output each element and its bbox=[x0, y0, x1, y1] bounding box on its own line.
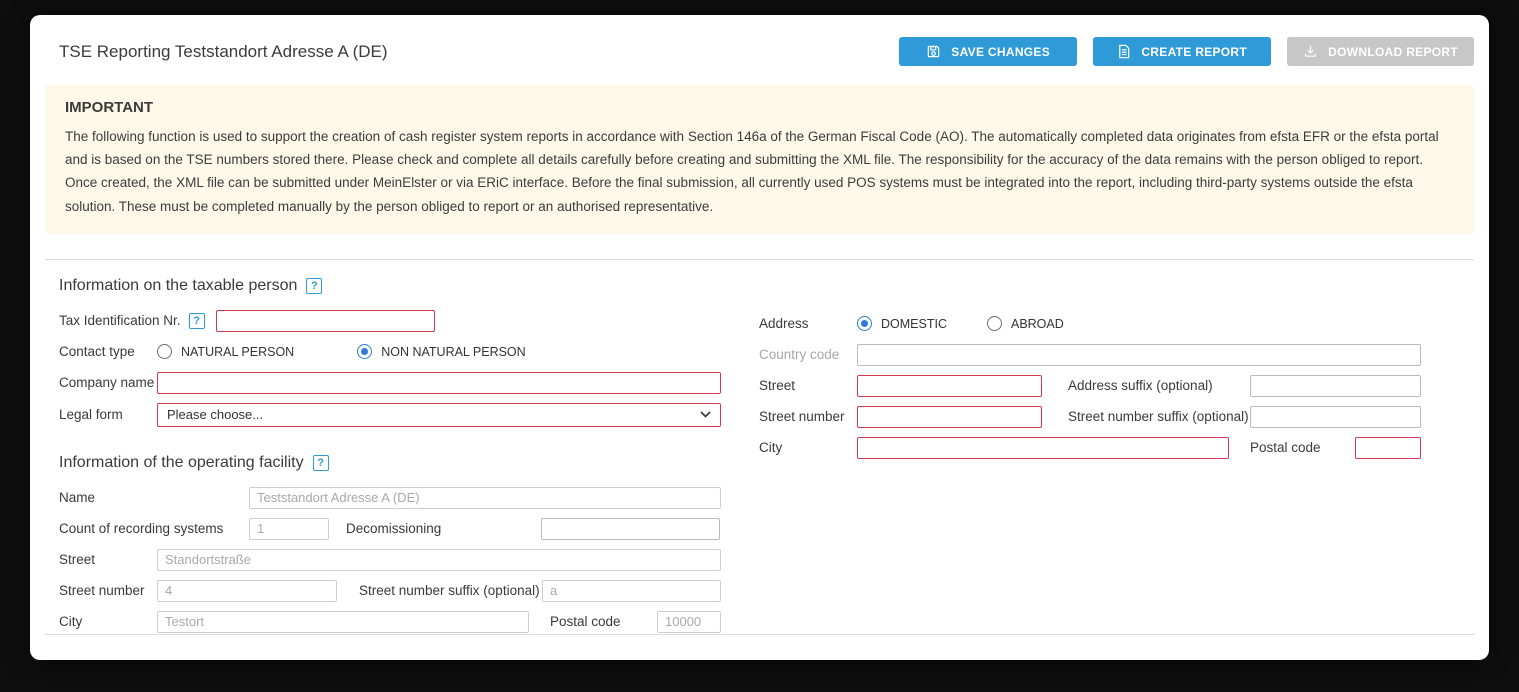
section-taxable-person-title: Information on the taxable person bbox=[59, 277, 297, 295]
section-operating-facility-title: Information of the operating facility bbox=[59, 454, 304, 472]
section-taxable-person-heading: Information on the taxable person ? bbox=[59, 277, 721, 295]
radio-domestic[interactable]: DOMESTIC bbox=[857, 316, 947, 331]
address-type-row: Address DOMESTIC ABROAD bbox=[759, 313, 1421, 335]
top-divider bbox=[45, 259, 1474, 260]
form-area: Information on the taxable person ? Tax … bbox=[59, 277, 1474, 642]
recording-systems-input bbox=[249, 518, 329, 540]
address-suffix-label: Address suffix (optional) bbox=[1068, 378, 1250, 393]
facility-city-row: City Postal code bbox=[59, 611, 721, 633]
recording-systems-row: Count of recording systems Decomissionin… bbox=[59, 518, 721, 540]
facility-postal-code-input bbox=[657, 611, 721, 633]
save-changes-button[interactable]: SAVE CHANGES bbox=[899, 37, 1077, 66]
facility-street-number-suffix-input bbox=[542, 580, 721, 602]
help-icon[interactable]: ? bbox=[313, 455, 329, 471]
facility-name-row: Name bbox=[59, 487, 721, 509]
facility-street-row: Street bbox=[59, 549, 721, 571]
notice-title: IMPORTANT bbox=[65, 99, 1454, 116]
contact-type-row: Contact type NATURAL PERSON NON NATURAL … bbox=[59, 341, 721, 363]
radio-abroad[interactable]: ABROAD bbox=[987, 316, 1064, 331]
company-name-input[interactable] bbox=[157, 372, 721, 394]
save-button-label: SAVE CHANGES bbox=[951, 45, 1050, 59]
create-button-label: CREATE REPORT bbox=[1141, 45, 1247, 59]
tax-id-input[interactable] bbox=[216, 310, 435, 332]
radio-abroad-label: ABROAD bbox=[1011, 317, 1064, 331]
radio-natural-person-label: NATURAL PERSON bbox=[181, 345, 294, 359]
address-city-row: City Postal code bbox=[759, 437, 1421, 459]
header: TSE Reporting Teststandort Adresse A (DE… bbox=[45, 31, 1474, 66]
header-buttons: SAVE CHANGES CREATE REPORT bbox=[883, 37, 1474, 66]
legal-form-label: Legal form bbox=[59, 407, 157, 422]
facility-postal-code-label: Postal code bbox=[550, 614, 657, 629]
address-postal-code-label: Postal code bbox=[1250, 440, 1355, 455]
address-street-number-input[interactable] bbox=[857, 406, 1042, 428]
contact-type-label: Contact type bbox=[59, 344, 157, 359]
radio-checked-icon bbox=[857, 316, 872, 331]
address-postal-code-input[interactable] bbox=[1355, 437, 1421, 459]
radio-natural-person[interactable]: NATURAL PERSON bbox=[157, 344, 294, 359]
create-report-button[interactable]: CREATE REPORT bbox=[1093, 37, 1271, 66]
document-icon bbox=[1117, 44, 1131, 59]
left-column: Information on the taxable person ? Tax … bbox=[59, 277, 721, 642]
address-label: Address bbox=[759, 316, 857, 331]
download-icon bbox=[1303, 44, 1318, 59]
address-street-label: Street bbox=[759, 378, 857, 393]
chevron-down-icon bbox=[700, 411, 711, 418]
company-name-row: Company name bbox=[59, 372, 721, 394]
address-street-number-label: Street number bbox=[759, 409, 857, 424]
page-title: TSE Reporting Teststandort Adresse A (DE… bbox=[59, 42, 388, 62]
radio-non-natural-person[interactable]: NON NATURAL PERSON bbox=[357, 344, 525, 359]
section-operating-facility-heading: Information of the operating facility ? bbox=[59, 454, 721, 472]
notice-paragraph-1: The following function is used to suppor… bbox=[65, 125, 1454, 171]
tax-id-label: Tax Identification Nr. bbox=[59, 313, 181, 328]
facility-street-number-label: Street number bbox=[59, 583, 157, 598]
download-report-button: DOWNLOAD REPORT bbox=[1287, 37, 1474, 66]
right-column: Address DOMESTIC ABROAD Country code Str… bbox=[759, 277, 1421, 642]
radio-non-natural-person-label: NON NATURAL PERSON bbox=[381, 345, 525, 359]
tax-id-row: Tax Identification Nr. ? bbox=[59, 310, 721, 332]
notice-paragraph-2: Once created, the XML file can be submit… bbox=[65, 171, 1454, 217]
company-name-label: Company name bbox=[59, 375, 157, 390]
country-code-input[interactable] bbox=[857, 344, 1421, 366]
help-icon[interactable]: ? bbox=[306, 278, 322, 294]
help-icon[interactable]: ? bbox=[189, 313, 205, 329]
legal-form-select[interactable]: Please choose... bbox=[157, 403, 721, 427]
facility-city-input bbox=[157, 611, 529, 633]
radio-domestic-label: DOMESTIC bbox=[881, 317, 947, 331]
address-street-number-suffix-label: Street number suffix (optional) bbox=[1068, 409, 1250, 424]
radio-icon bbox=[987, 316, 1002, 331]
legal-form-selected-value: Please choose... bbox=[167, 407, 263, 422]
country-code-label: Country code bbox=[759, 347, 857, 362]
facility-city-label: City bbox=[59, 614, 157, 629]
facility-street-number-row: Street number Street number suffix (opti… bbox=[59, 580, 721, 602]
facility-street-number-input bbox=[157, 580, 337, 602]
address-street-number-suffix-input[interactable] bbox=[1250, 406, 1421, 428]
important-notice: IMPORTANT The following function is used… bbox=[45, 85, 1474, 234]
address-suffix-input[interactable] bbox=[1250, 375, 1421, 397]
download-button-label: DOWNLOAD REPORT bbox=[1328, 45, 1458, 59]
facility-street-label: Street bbox=[59, 552, 157, 567]
radio-icon bbox=[157, 344, 172, 359]
recording-systems-label: Count of recording systems bbox=[59, 521, 249, 536]
address-street-number-row: Street number Street number suffix (opti… bbox=[759, 406, 1421, 428]
address-street-row: Street Address suffix (optional) bbox=[759, 375, 1421, 397]
address-street-input[interactable] bbox=[857, 375, 1042, 397]
legal-form-row: Legal form Please choose... bbox=[59, 403, 721, 427]
decommissioning-label: Decomissioning bbox=[346, 521, 541, 536]
facility-name-label: Name bbox=[59, 490, 249, 505]
address-city-label: City bbox=[759, 440, 857, 455]
country-code-row: Country code bbox=[759, 344, 1421, 366]
radio-checked-icon bbox=[357, 344, 372, 359]
bottom-divider bbox=[45, 634, 1474, 635]
main-panel: TSE Reporting Teststandort Adresse A (DE… bbox=[30, 15, 1489, 660]
save-icon bbox=[926, 44, 941, 59]
address-city-input[interactable] bbox=[857, 437, 1229, 459]
decommissioning-input[interactable] bbox=[541, 518, 720, 540]
facility-name-input bbox=[249, 487, 721, 509]
facility-street-number-suffix-label: Street number suffix (optional) bbox=[359, 583, 542, 598]
facility-street-input bbox=[157, 549, 721, 571]
